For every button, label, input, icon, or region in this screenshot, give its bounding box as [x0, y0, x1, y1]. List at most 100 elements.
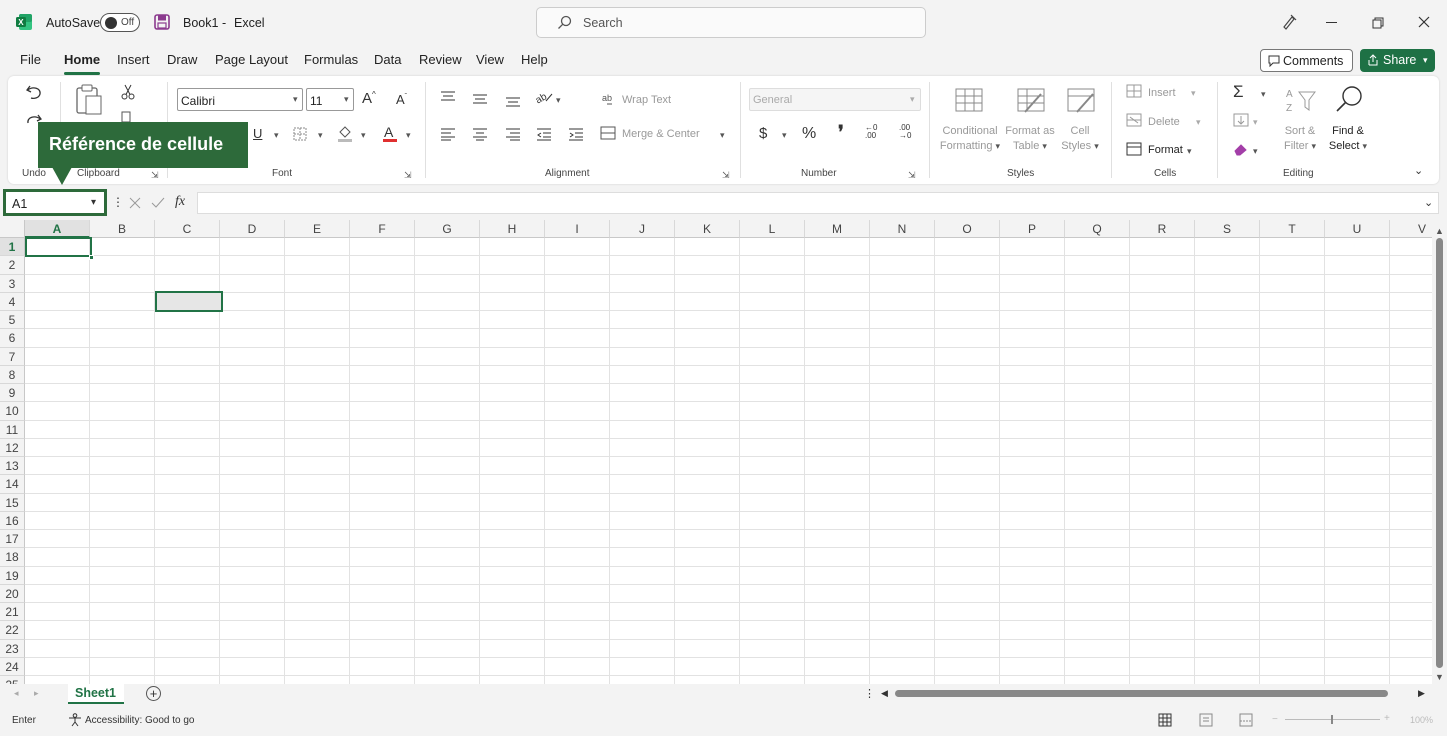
merge-center-icon[interactable] [600, 126, 616, 143]
tab-review[interactable]: Review [419, 52, 462, 67]
insert-cells-icon[interactable] [1126, 84, 1142, 101]
save-icon[interactable] [154, 14, 170, 33]
column-header-j[interactable]: J [610, 220, 675, 238]
column-header-o[interactable]: O [935, 220, 1000, 238]
align-right-icon[interactable] [505, 127, 521, 144]
wrap-text-button[interactable]: Wrap Text [622, 93, 671, 108]
row-header-6[interactable]: 6 [0, 329, 25, 348]
format-as-table-icon[interactable] [1017, 88, 1045, 117]
row-header-11[interactable]: 11 [0, 420, 25, 439]
insert-cells-button[interactable]: Insert [1148, 86, 1176, 101]
column-header-f[interactable]: F [350, 220, 415, 238]
column-header-n[interactable]: N [870, 220, 935, 238]
row-header-9[interactable]: 9 [0, 384, 25, 403]
column-header-c[interactable]: C [155, 220, 220, 238]
scroll-right-icon[interactable]: ▶ [1418, 688, 1425, 699]
format-as-table-button[interactable]: Format as Table ▾ [1000, 124, 1060, 154]
autosave-toggle[interactable]: Off [100, 13, 140, 32]
chevron-down-icon[interactable]: ▾ [782, 130, 787, 141]
row-header-2[interactable]: 2 [0, 256, 25, 275]
pen-icon[interactable] [1281, 14, 1297, 33]
zoom-out-icon[interactable]: − [1272, 714, 1278, 725]
column-header-k[interactable]: K [675, 220, 740, 238]
column-header-q[interactable]: Q [1065, 220, 1130, 238]
page-layout-view-icon[interactable] [1199, 713, 1213, 730]
undo-icon[interactable] [25, 83, 43, 104]
column-header-i[interactable]: I [545, 220, 610, 238]
row-header-12[interactable]: 12 [0, 438, 25, 457]
currency-icon[interactable]: $ [759, 125, 767, 142]
row-header-13[interactable]: 13 [0, 457, 25, 476]
chevron-down-icon[interactable]: ▾ [274, 130, 279, 141]
tab-data[interactable]: Data [374, 52, 401, 67]
collapse-ribbon-icon[interactable]: ⌄ [1414, 164, 1423, 177]
fill-icon[interactable] [1233, 113, 1249, 130]
row-header-8[interactable]: 8 [0, 365, 25, 384]
formula-input[interactable]: ⌄ [197, 192, 1439, 214]
tab-help[interactable]: Help [521, 52, 548, 67]
sort-filter-icon[interactable]: AZ [1286, 86, 1316, 117]
accessibility-status[interactable]: Accessibility: Good to go [85, 715, 195, 726]
chevron-down-icon[interactable]: ▾ [361, 130, 366, 141]
conditional-formatting-button[interactable]: Conditional Formatting ▾ [934, 124, 1006, 154]
decrease-decimal-icon[interactable]: .00 →0 [899, 124, 911, 140]
merge-center-button[interactable]: Merge & Center [622, 127, 700, 142]
column-header-h[interactable]: H [480, 220, 545, 238]
share-button[interactable]: Share ▾ [1360, 49, 1435, 72]
cell-styles-icon[interactable] [1067, 88, 1095, 117]
tab-formulas[interactable]: Formulas [304, 52, 358, 67]
align-top-icon[interactable] [440, 90, 456, 107]
format-cells-button[interactable]: Format [1148, 143, 1183, 158]
find-select-icon[interactable] [1334, 85, 1364, 118]
orientation-icon[interactable]: ab [534, 89, 554, 108]
chevron-down-icon[interactable]: ▾ [1253, 146, 1258, 157]
chevron-down-icon[interactable]: ▾ [406, 130, 411, 141]
select-all-corner[interactable] [0, 220, 25, 238]
vertical-scrollbar[interactable]: ▲ ▼ [1432, 220, 1447, 684]
row-header-19[interactable]: 19 [0, 566, 25, 585]
comments-button[interactable]: Comments [1260, 49, 1353, 72]
number-launcher-icon[interactable]: ⇲ [908, 170, 916, 181]
row-header-17[interactable]: 17 [0, 530, 25, 549]
find-select-button[interactable]: Find & Select ▾ [1325, 124, 1371, 154]
active-cell[interactable] [25, 237, 92, 257]
format-cells-icon[interactable] [1126, 142, 1142, 159]
column-header-d[interactable]: D [220, 220, 285, 238]
increase-indent-icon[interactable] [568, 127, 584, 144]
cut-icon[interactable] [121, 84, 135, 103]
normal-view-icon[interactable] [1158, 713, 1172, 730]
restore-icon[interactable] [1372, 17, 1384, 32]
increase-decimal-icon[interactable]: ←0.00 [865, 124, 877, 140]
sort-filter-button[interactable]: Sort & Filter ▾ [1278, 124, 1322, 154]
tab-file[interactable]: File [20, 52, 41, 67]
row-header-25[interactable]: 25 [0, 676, 25, 684]
font-color-icon[interactable]: A [382, 124, 398, 145]
search-box[interactable]: Search [536, 7, 926, 38]
worksheet-grid[interactable]: ABCDEFGHIJKLMNOPQRSTUV 1 2 3 4 5 6 7 8 9 10 11 12 13… [0, 220, 1432, 684]
next-sheet-icon[interactable]: ▸ [34, 688, 39, 699]
row-header-18[interactable]: 18 [0, 548, 25, 567]
align-left-icon[interactable] [440, 127, 456, 144]
column-header-b[interactable]: B [90, 220, 155, 238]
zoom-slider-thumb[interactable] [1331, 715, 1333, 724]
autosum-icon[interactable]: Σ [1233, 82, 1244, 102]
sheet-tab-sheet1[interactable]: Sheet1 [68, 684, 124, 704]
conditional-formatting-icon[interactable] [955, 88, 983, 117]
tab-page-layout[interactable]: Page Layout [215, 52, 288, 67]
column-header-v[interactable]: V [1390, 220, 1432, 238]
column-header-l[interactable]: L [740, 220, 805, 238]
font-launcher-icon[interactable]: ⇲ [404, 170, 412, 181]
clipboard-launcher-icon[interactable]: ⇲ [151, 170, 159, 181]
chevron-down-icon[interactable]: ▾ [556, 95, 561, 106]
chevron-down-icon[interactable]: ▾ [720, 130, 725, 141]
row-header-23[interactable]: 23 [0, 639, 25, 658]
clear-icon[interactable] [1233, 142, 1249, 159]
decrease-font-size-icon[interactable]: Aˇ [396, 92, 407, 107]
fill-color-icon[interactable] [337, 124, 353, 145]
chevron-down-icon[interactable]: ▾ [1191, 88, 1196, 99]
row-header-1[interactable]: 1 [0, 238, 25, 257]
add-sheet-button[interactable]: + [146, 686, 161, 701]
row-header-3[interactable]: 3 [0, 274, 25, 293]
column-header-t[interactable]: T [1260, 220, 1325, 238]
column-header-a[interactable]: A [25, 220, 90, 238]
